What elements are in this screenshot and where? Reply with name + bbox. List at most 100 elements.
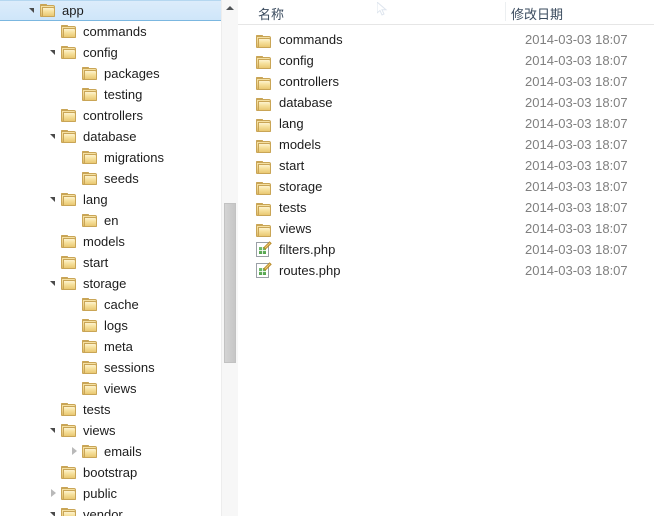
tree-item-start[interactable]: start (0, 252, 238, 273)
expander-collapse-icon[interactable] (47, 273, 61, 294)
file-name: models (279, 137, 321, 152)
folder-icon (82, 66, 98, 81)
scroll-up-arrow-icon (226, 6, 234, 10)
scrollbar-thumb[interactable] (224, 203, 236, 363)
tree-item-packages[interactable]: packages (0, 63, 238, 84)
tree-item-label: packages (104, 66, 160, 81)
tree-item-seeds[interactable]: seeds (0, 168, 238, 189)
folder-icon (61, 423, 77, 438)
tree-item-logs[interactable]: logs (0, 315, 238, 336)
folder-icon (82, 339, 98, 354)
tree-item-label: vendor (83, 507, 123, 516)
tree-item-controllers[interactable]: controllers (0, 105, 238, 126)
file-list-row[interactable]: controllers 2014-03-03 18:07 (238, 71, 654, 92)
column-divider[interactable] (505, 2, 506, 21)
file-list-row[interactable]: start 2014-03-03 18:07 (238, 155, 654, 176)
tree-item-label: en (104, 213, 119, 228)
folder-icon-wrap (256, 74, 272, 90)
file-list-row[interactable]: lang 2014-03-03 18:07 (238, 113, 654, 134)
folder-icon (82, 150, 98, 165)
expander-collapse-icon[interactable] (47, 42, 61, 63)
column-header-date-modified[interactable]: 修改日期 (511, 4, 563, 23)
tree-item-app[interactable]: app (0, 0, 238, 21)
expander-collapse-icon[interactable] (47, 504, 61, 516)
file-date-modified: 2014-03-03 18:07 (525, 74, 628, 89)
folder-icon (82, 360, 98, 375)
file-name: config (279, 53, 314, 68)
file-name: storage (279, 179, 323, 194)
tree-item-tests[interactable]: tests (0, 399, 238, 420)
expander-collapse-icon[interactable] (47, 189, 61, 210)
tree-item-storage[interactable]: storage (0, 273, 238, 294)
tree-item-label: lang (83, 192, 108, 207)
tree-item-label: testing (104, 87, 143, 102)
folder-icon (61, 129, 77, 144)
folder-icon-wrap (256, 116, 272, 132)
file-list-row[interactable]: storage 2014-03-03 18:07 (238, 176, 654, 197)
navigation-tree-pane: app commands config packages testing controll… (0, 0, 238, 516)
tree-item-config[interactable]: config (0, 42, 238, 63)
file-list-row[interactable]: tests 2014-03-03 18:07 (238, 197, 654, 218)
folder-icon (61, 24, 77, 39)
scroll-up-button[interactable] (222, 0, 238, 17)
tree-item-models[interactable]: models (0, 231, 238, 252)
file-list-row[interactable]: models 2014-03-03 18:07 (238, 134, 654, 155)
column-header-name[interactable]: 名称 (258, 4, 284, 23)
expander-expand-icon[interactable] (68, 441, 82, 462)
tree-item-commands[interactable]: commands (0, 21, 238, 42)
tree-item-sessions[interactable]: sessions (0, 357, 238, 378)
folder-icon (61, 402, 77, 417)
file-name: tests (279, 200, 307, 215)
tree-item-views[interactable]: views (0, 378, 238, 399)
file-date-modified: 2014-03-03 18:07 (525, 200, 628, 215)
expander-collapse-icon[interactable] (47, 126, 61, 147)
tree-item-testing[interactable]: testing (0, 84, 238, 105)
file-list-row[interactable]: commands 2014-03-03 18:07 (238, 29, 654, 50)
expander-expand-icon[interactable] (47, 483, 61, 504)
file-list-row[interactable]: views 2014-03-03 18:07 (238, 218, 654, 239)
folder-icon (61, 45, 77, 60)
tree-item-public[interactable]: public (0, 483, 238, 504)
tree-item-label: storage (83, 276, 127, 291)
folder-icon-wrap (256, 179, 272, 195)
file-name: views (279, 221, 312, 236)
tree-item-en[interactable]: en (0, 210, 238, 231)
folder-icon-wrap (256, 200, 272, 216)
expander-collapse-icon[interactable] (47, 420, 61, 441)
tree-item-label: migrations (104, 150, 164, 165)
file-list-row[interactable]: routes.php 2014-03-03 18:07 (238, 260, 654, 281)
file-name: lang (279, 116, 304, 131)
file-list-row[interactable]: database 2014-03-03 18:07 (238, 92, 654, 113)
tree-item-vendor[interactable]: vendor (0, 504, 238, 516)
tree-item-bootstrap[interactable]: bootstrap (0, 462, 238, 483)
file-list-row[interactable]: config 2014-03-03 18:07 (238, 50, 654, 71)
tree-item-label: database (83, 129, 137, 144)
tree-vertical-scrollbar[interactable] (221, 0, 238, 516)
tree-item-meta[interactable]: meta (0, 336, 238, 357)
tree-item-cache[interactable]: cache (0, 294, 238, 315)
expander-collapse-icon[interactable] (26, 0, 40, 21)
tree-item-emails[interactable]: emails (0, 441, 238, 462)
tree-item-migrations[interactable]: migrations (0, 147, 238, 168)
tree-item-database[interactable]: database (0, 126, 238, 147)
folder-icon-wrap (256, 221, 272, 237)
file-explorer-window: app commands config packages testing controll… (0, 0, 654, 516)
tree-item-label: views (104, 381, 137, 396)
tree-item-views[interactable]: views (0, 420, 238, 441)
folder-icon-wrap (256, 95, 272, 111)
file-list-row[interactable]: filters.php 2014-03-03 18:07 (238, 239, 654, 260)
tree-item-lang[interactable]: lang (0, 189, 238, 210)
tree-item-label: tests (83, 402, 111, 417)
tree-item-label: meta (104, 339, 133, 354)
